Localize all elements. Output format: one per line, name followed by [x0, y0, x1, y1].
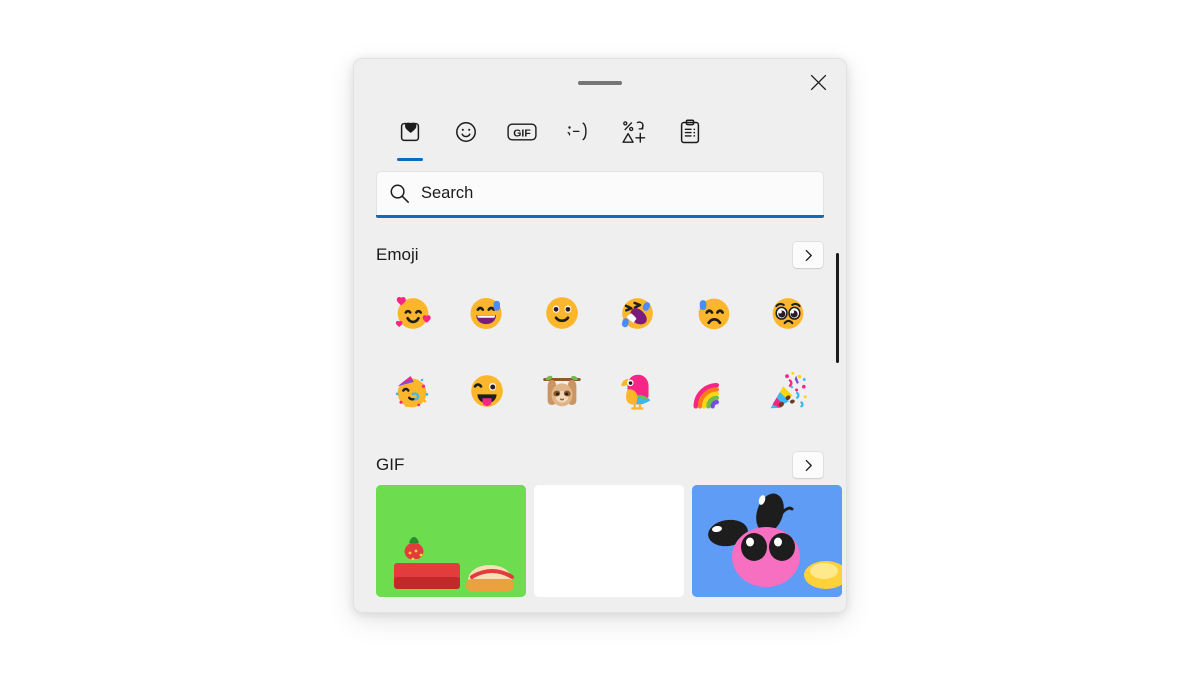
search-focus-underline — [376, 215, 824, 218]
section-header-gif: GIF — [354, 439, 846, 483]
section-title-gif: GIF — [376, 455, 405, 474]
content-scroll-area[interactable]: Emoji GIF — [354, 229, 846, 612]
emoji-party-popper[interactable] — [751, 355, 826, 427]
tab-symbols[interactable] — [606, 115, 662, 165]
emoji-parrot[interactable] — [600, 355, 675, 427]
emoji-pleading-face[interactable] — [751, 277, 826, 349]
panel-titlebar — [354, 59, 846, 107]
emoji-grid — [354, 273, 846, 427]
gif-thumbnail-2[interactable] — [534, 485, 684, 597]
gif-strip — [354, 483, 846, 597]
vertical-scrollbar[interactable] — [831, 229, 843, 612]
gif-thumbnail-1[interactable] — [376, 485, 526, 597]
chevron-right-icon — [805, 459, 812, 471]
symbols-icon — [621, 115, 647, 149]
emoji-partying-face[interactable] — [374, 355, 449, 427]
scrollbar-thumb[interactable] — [836, 253, 839, 363]
search-box[interactable] — [376, 171, 824, 218]
emoji-panel: GIF Search Emoji GIF — [353, 58, 847, 613]
heart-in-square-icon — [398, 115, 422, 149]
emoji-smiling-face-with-hearts[interactable] — [374, 277, 449, 349]
screen: GIF Search Emoji GIF — [0, 0, 1200, 675]
tab-gif[interactable]: GIF — [494, 115, 550, 165]
smiley-icon — [454, 115, 478, 149]
section-header-emoji: Emoji — [354, 229, 846, 273]
close-icon — [810, 74, 826, 90]
gif-icon: GIF — [507, 115, 537, 149]
emoji-rainbow[interactable] — [675, 355, 750, 427]
drag-handle[interactable] — [578, 81, 622, 85]
kaomoji-icon — [564, 115, 592, 149]
emoji-winking-face-with-tongue[interactable] — [449, 355, 524, 427]
chevron-right-icon — [805, 249, 812, 261]
section-title-emoji: Emoji — [376, 245, 419, 264]
search-input[interactable] — [421, 172, 823, 215]
emoji-sad-but-relieved-face[interactable] — [675, 277, 750, 349]
search-icon — [377, 183, 421, 204]
tab-active-indicator — [397, 157, 423, 161]
tab-strip: GIF — [354, 107, 846, 165]
expand-emoji-button[interactable] — [792, 241, 824, 269]
emoji-grinning-face-with-sweat[interactable] — [449, 277, 524, 349]
gif-thumbnail-3[interactable] — [692, 485, 842, 597]
emoji-rolling-on-the-floor-laughing[interactable] — [600, 277, 675, 349]
tab-emoji[interactable] — [438, 115, 494, 165]
emoji-slightly-smiling-face[interactable] — [525, 277, 600, 349]
tab-clipboard[interactable] — [662, 115, 718, 165]
svg-text:GIF: GIF — [513, 127, 531, 139]
clipboard-icon — [678, 115, 702, 149]
emoji-sloth[interactable] — [525, 355, 600, 427]
expand-gif-button[interactable] — [792, 451, 824, 479]
tab-kaomoji[interactable] — [550, 115, 606, 165]
close-button[interactable] — [798, 65, 838, 99]
tab-recent[interactable] — [382, 115, 438, 165]
